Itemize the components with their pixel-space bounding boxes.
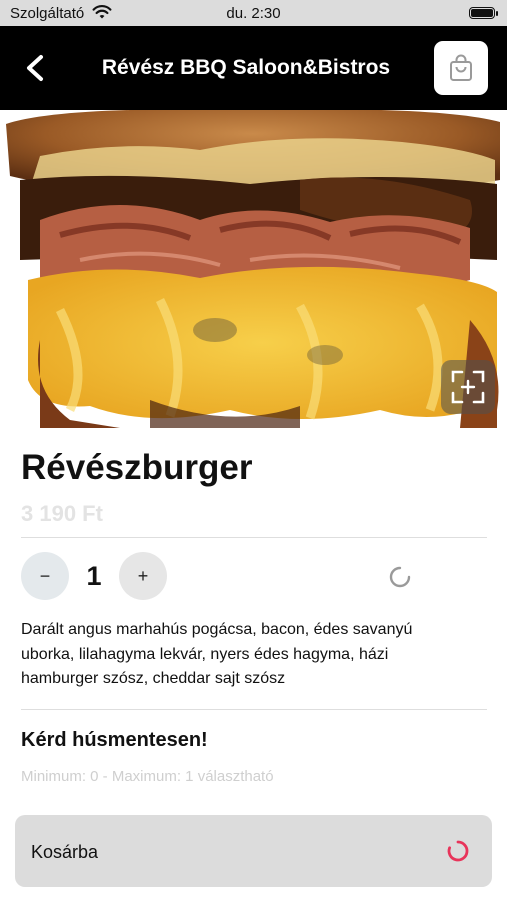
decrease-quantity-button[interactable]: − bbox=[21, 552, 69, 600]
product-image bbox=[0, 110, 507, 428]
expand-icon bbox=[451, 370, 485, 404]
status-bar: Szolgáltató du. 2:30 bbox=[0, 0, 507, 26]
quantity-value: 1 bbox=[86, 561, 102, 591]
chevron-left-icon bbox=[27, 55, 43, 81]
burger-image bbox=[6, 110, 500, 428]
loading-spinner-icon bbox=[447, 840, 469, 862]
increase-quantity-button[interactable]: + bbox=[119, 552, 167, 600]
back-button[interactable] bbox=[18, 50, 54, 86]
cart-button[interactable] bbox=[434, 41, 488, 95]
add-to-cart-label: Kosárba bbox=[31, 842, 99, 862]
zoom-button[interactable] bbox=[441, 360, 495, 414]
loading-spinner-icon bbox=[389, 566, 411, 588]
divider bbox=[21, 537, 487, 538]
add-to-cart-button[interactable]: Kosárba bbox=[15, 815, 492, 887]
option-group-hint: Minimum: 0 - Maximum: 1 választható bbox=[21, 768, 274, 785]
option-group-title: Kérd húsmentesen! bbox=[21, 729, 208, 751]
product-price: 3 190 Ft bbox=[21, 501, 103, 526]
shopping-bag-icon bbox=[450, 54, 472, 81]
clock: du. 2:30 bbox=[226, 5, 281, 22]
product-description: Darált angus marhahús pogácsa, bacon, éd… bbox=[21, 621, 413, 687]
navigation-bar: Révész BBQ Saloon&Bistros bbox=[0, 26, 507, 110]
restaurant-title: Révész BBQ Saloon&Bistros bbox=[101, 56, 391, 79]
divider bbox=[21, 709, 487, 710]
battery-icon bbox=[469, 7, 498, 19]
product-name: Révészburger bbox=[21, 448, 253, 487]
